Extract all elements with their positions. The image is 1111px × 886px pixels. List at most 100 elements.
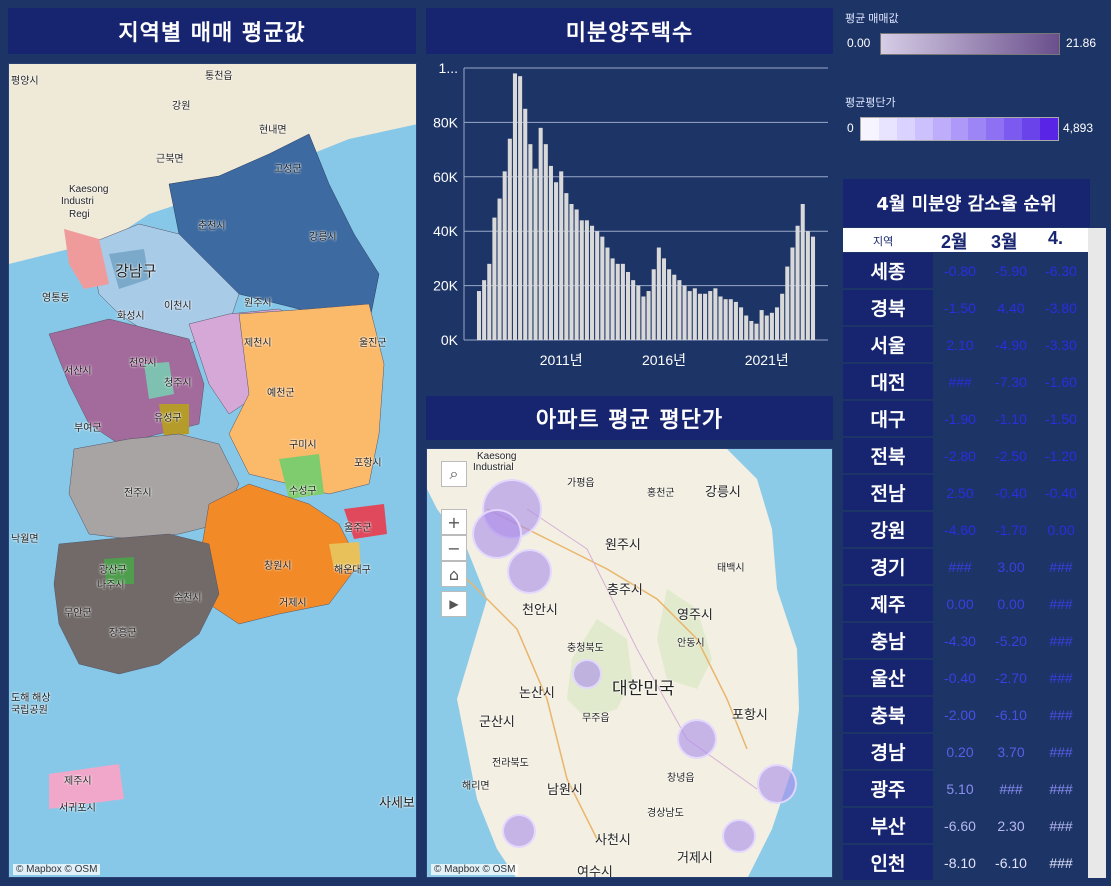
row-value-col-3: ### bbox=[1049, 558, 1073, 575]
chart-bar bbox=[610, 258, 615, 340]
chart-bar bbox=[492, 217, 497, 340]
row-region-name: 충남 bbox=[843, 623, 933, 658]
chart-bar bbox=[780, 293, 785, 340]
region-map-attribution[interactable]: © Mapbox © OSM bbox=[13, 864, 101, 875]
chart-bar bbox=[615, 263, 620, 340]
chart-bar bbox=[800, 204, 805, 340]
chart-bar bbox=[744, 315, 749, 340]
row-region-name: 경기 bbox=[843, 549, 933, 584]
chart-bar bbox=[795, 225, 800, 340]
chart-bar bbox=[718, 296, 723, 340]
chart-bar bbox=[584, 220, 589, 340]
table-row[interactable]: 전남 2.50 -0.40 -0.40 bbox=[843, 474, 1090, 511]
table-row[interactable]: 제주 0.00 0.00 ### bbox=[843, 585, 1090, 622]
row-region-name: 전남 bbox=[843, 475, 933, 510]
map-toolbar-expand-button[interactable]: ▶ bbox=[441, 591, 467, 617]
apt-bubble[interactable] bbox=[472, 509, 522, 559]
row-value-col-1: 0.00 bbox=[946, 595, 974, 612]
map-search-button[interactable]: ⌕ bbox=[441, 461, 467, 487]
map-zoom-in-button[interactable]: + bbox=[441, 509, 467, 535]
rank-table-body: 세종 -0.80 -5.90 -6.30 경북 -1.50 4.40 -3.80 서울 2.10 -… bbox=[843, 252, 1090, 881]
chart-bar bbox=[810, 236, 816, 340]
apt-bubble[interactable] bbox=[502, 814, 536, 848]
rank-header-region[interactable]: 지역 bbox=[873, 233, 893, 249]
row-value-col-2: -5.90 bbox=[995, 262, 1027, 279]
chart-bar bbox=[749, 320, 754, 340]
chart-bar bbox=[692, 288, 697, 340]
table-row[interactable]: 인천 -8.10 -6.10 ### bbox=[843, 844, 1090, 881]
row-value-col-1: -4.60 bbox=[944, 521, 976, 538]
table-row[interactable]: 부산 -6.60 2.30 ### bbox=[843, 807, 1090, 844]
chart-bar bbox=[754, 323, 759, 340]
table-row[interactable]: 대구 -1.90 -1.10 -1.50 bbox=[843, 400, 1090, 437]
chart-bar bbox=[548, 165, 553, 340]
table-row[interactable]: 충북 -2.00 -6.10 ### bbox=[843, 696, 1090, 733]
rank-header-col-2[interactable]: 3월 bbox=[991, 228, 1018, 254]
chart-bar bbox=[733, 301, 738, 340]
row-value-col-1: -0.80 bbox=[944, 262, 976, 279]
region-map[interactable]: 평양시 통천읍 강원 현내면 근북면 고성군 Kaesong Industri … bbox=[8, 63, 417, 878]
map-home-button[interactable]: ⌂ bbox=[441, 561, 467, 587]
table-row[interactable]: 충남 -4.30 -5.20 ### bbox=[843, 622, 1090, 659]
chart-bar bbox=[764, 315, 769, 340]
row-value-col-1: 0.20 bbox=[946, 743, 974, 760]
rank-header-col-1[interactable]: 2월 bbox=[941, 228, 968, 254]
table-row[interactable]: 경남 0.20 3.70 ### bbox=[843, 733, 1090, 770]
apt-map-attribution[interactable]: © Mapbox © OSM bbox=[431, 864, 519, 875]
row-value-col-2: -2.50 bbox=[995, 447, 1027, 464]
unsold-chart[interactable]: 0K 20K 40K 60K 80K 1... 2011년 2016년 2021년 bbox=[426, 58, 833, 392]
row-value-col-2: -6.10 bbox=[995, 706, 1027, 723]
apt-map[interactable]: Kaesong Industrial 가평읍 홍천군 강릉시 원주시 태백시 충… bbox=[426, 448, 833, 878]
table-row[interactable]: 경북 -1.50 4.40 -3.80 bbox=[843, 289, 1090, 326]
x-tick-label: 2016년 bbox=[642, 352, 686, 368]
avg-unit-legend-max: 4,893 bbox=[1063, 121, 1094, 135]
row-value-col-3: ### bbox=[1049, 632, 1073, 649]
avg-unit-legend-bar bbox=[860, 117, 1059, 141]
row-value-col-3: ### bbox=[1049, 780, 1073, 797]
y-tick-label: 0K bbox=[441, 332, 459, 348]
chart-bar bbox=[723, 299, 728, 340]
table-row[interactable]: 대전 ### -7.30 -1.60 bbox=[843, 363, 1090, 400]
row-value-col-2: -6.10 bbox=[995, 854, 1027, 871]
region-map-title: 지역별 매매 평균값 bbox=[8, 8, 416, 54]
map-zoom-out-button[interactable]: − bbox=[441, 535, 467, 561]
chart-bar bbox=[528, 144, 533, 340]
chart-bar bbox=[569, 204, 574, 340]
rank-table-header: 지역 2월 3월 4. bbox=[843, 228, 1090, 252]
chart-bar bbox=[476, 291, 482, 340]
chart-bar bbox=[739, 307, 744, 340]
row-value-col-2: -2.70 bbox=[995, 669, 1027, 686]
table-row[interactable]: 전북 -2.80 -2.50 -1.20 bbox=[843, 437, 1090, 474]
table-row[interactable]: 서울 2.10 -4.90 -3.30 bbox=[843, 326, 1090, 363]
rank-table-scrollbar[interactable] bbox=[1088, 228, 1106, 878]
apt-bubble[interactable] bbox=[722, 819, 756, 853]
avg-price-legend-min: 0.00 bbox=[847, 36, 871, 50]
row-value-col-1: -0.40 bbox=[944, 669, 976, 686]
apt-bubble[interactable] bbox=[507, 549, 552, 594]
chart-bar bbox=[620, 263, 625, 340]
row-value-col-2: 2.30 bbox=[997, 817, 1025, 834]
row-value-col-2: -4.90 bbox=[995, 336, 1027, 353]
apt-bubble[interactable] bbox=[757, 764, 797, 804]
table-row[interactable]: 광주 5.10 ### ### bbox=[843, 770, 1090, 807]
chart-bar bbox=[656, 247, 661, 340]
table-row[interactable]: 경기 ### 3.00 ### bbox=[843, 548, 1090, 585]
row-region-name: 광주 bbox=[843, 771, 933, 806]
chart-bar bbox=[605, 247, 610, 340]
table-row[interactable]: 강원 -4.60 -1.70 0.00 bbox=[843, 511, 1090, 548]
table-row[interactable]: 울산 -0.40 -2.70 ### bbox=[843, 659, 1090, 696]
y-tick-label: 1... bbox=[439, 60, 458, 76]
avg-unit-legend-title: 평균평단가 bbox=[845, 97, 896, 109]
chart-bar bbox=[687, 291, 692, 340]
chart-bar bbox=[697, 293, 702, 340]
apt-map-title: 아파트 평균 평단가 bbox=[426, 396, 833, 440]
rank-header-col-3[interactable]: 4. bbox=[1048, 228, 1063, 249]
chart-bar bbox=[661, 258, 667, 340]
row-value-col-1: -2.00 bbox=[944, 706, 976, 723]
chart-bar bbox=[595, 231, 600, 340]
row-value-col-3: -1.50 bbox=[1045, 410, 1077, 427]
apt-bubble[interactable] bbox=[677, 719, 717, 759]
table-row[interactable]: 세종 -0.80 -5.90 -6.30 bbox=[843, 252, 1090, 289]
apt-bubble[interactable] bbox=[572, 659, 602, 689]
row-region-name: 경남 bbox=[843, 734, 933, 769]
